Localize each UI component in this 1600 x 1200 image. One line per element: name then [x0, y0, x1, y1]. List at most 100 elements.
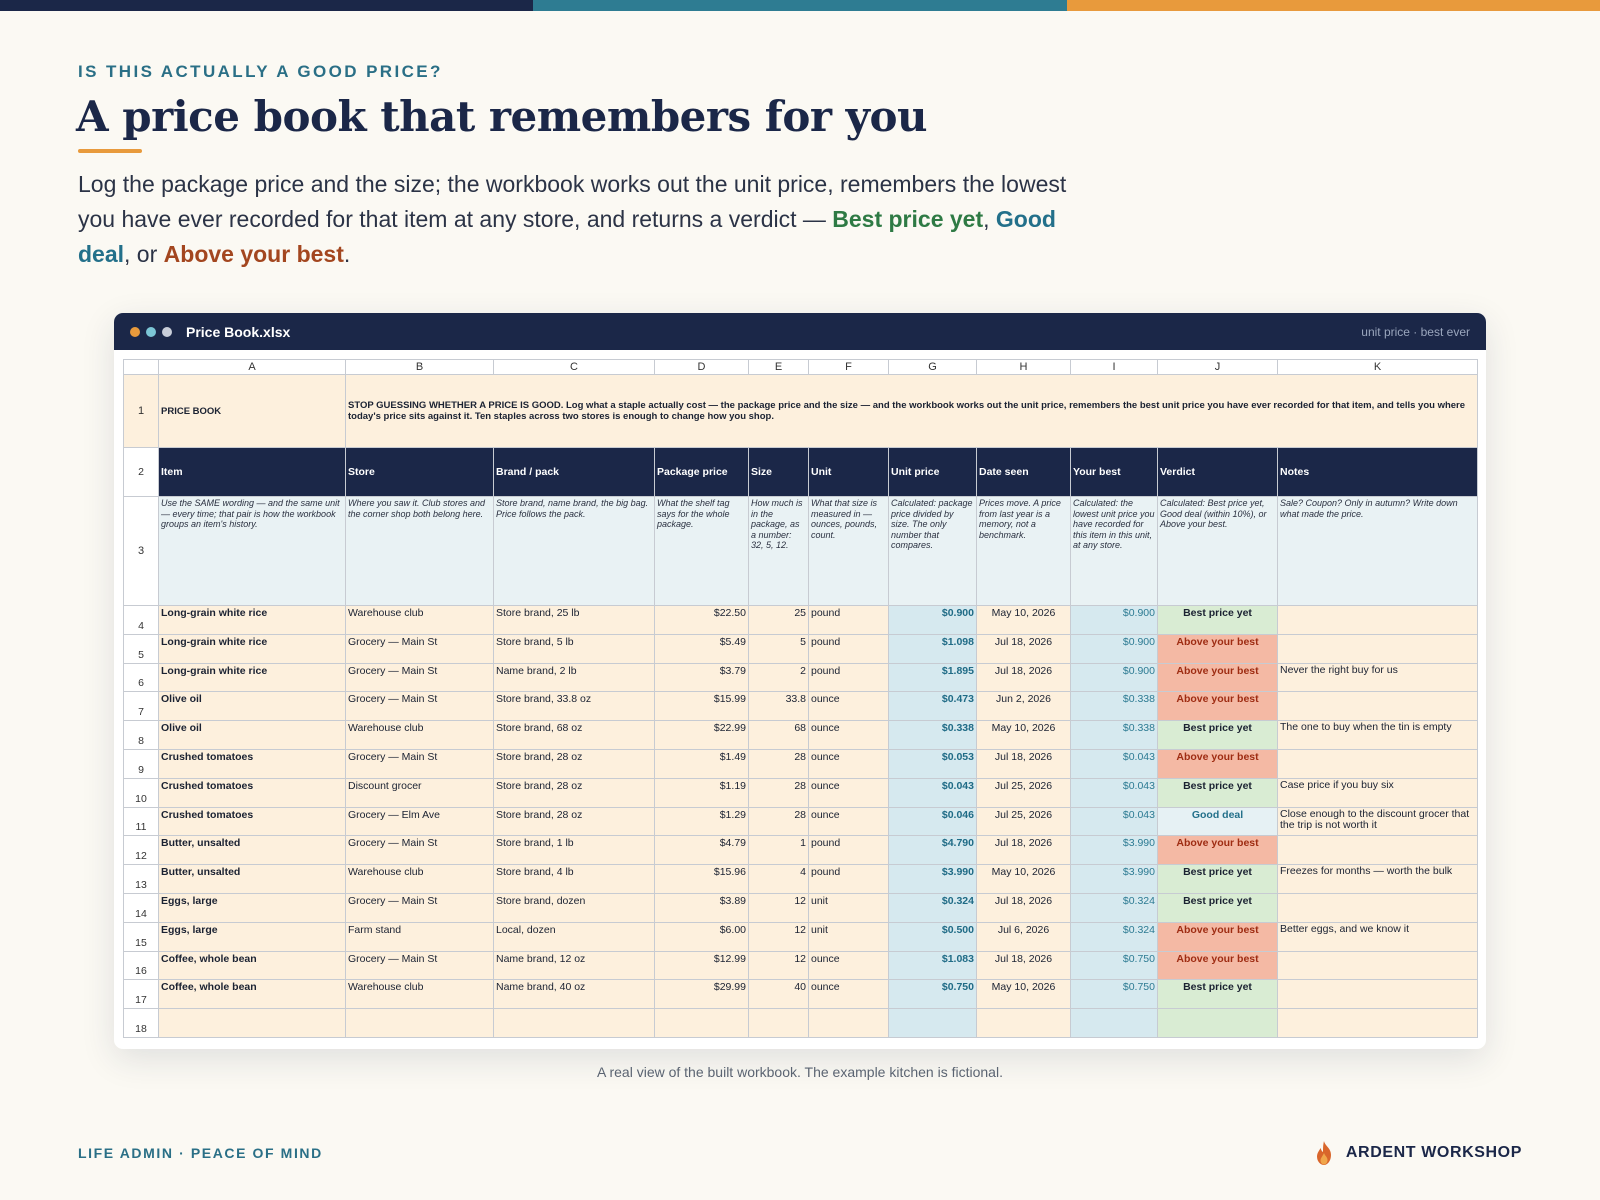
unit-price-cell[interactable]: $0.338 [888, 720, 977, 750]
unit-cell[interactable]: ounce [808, 806, 889, 837]
your-best-cell[interactable]: $0.338 [1070, 720, 1158, 750]
date-seen-cell[interactable]: Jul 18, 2026 [976, 892, 1071, 923]
item-cell[interactable]: Olive oil [158, 691, 346, 722]
notes-cell[interactable] [1277, 605, 1478, 635]
row-number[interactable]: 2 [123, 447, 159, 497]
package-price-cell[interactable]: $6.00 [654, 921, 749, 952]
verdict-cell[interactable]: Above your best [1157, 662, 1278, 693]
package-price-cell[interactable]: $29.99 [654, 979, 749, 1010]
package-price-cell[interactable]: $3.79 [654, 662, 749, 693]
package-price-cell[interactable]: $3.89 [654, 892, 749, 923]
unit-price-cell[interactable]: $0.043 [888, 777, 977, 808]
unit-cell[interactable]: ounce [808, 979, 889, 1010]
row-number[interactable]: 6 [123, 662, 159, 693]
store-cell[interactable]: Grocery — Main St [345, 835, 494, 866]
select-all-corner[interactable] [123, 359, 159, 375]
header-cell-size[interactable]: Size [748, 447, 809, 497]
brand-pack-cell[interactable]: Store brand, 1 lb [493, 835, 655, 866]
notes-cell[interactable] [1277, 950, 1478, 981]
brand-pack-cell[interactable]: Name brand, 2 lb [493, 662, 655, 693]
unit-price-cell[interactable]: $4.790 [888, 835, 977, 866]
brand-pack-cell[interactable]: Store brand, 4 lb [493, 864, 655, 894]
verdict-cell[interactable]: Above your best [1157, 633, 1278, 664]
item-cell[interactable]: Long-grain white rice [158, 633, 346, 664]
header-cell-store[interactable]: Store [345, 447, 494, 497]
store-cell[interactable]: Discount grocer [345, 777, 494, 808]
verdict-cell[interactable]: Best price yet [1157, 979, 1278, 1010]
window-dot-orange[interactable] [130, 326, 140, 337]
window-dot-teal[interactable] [146, 326, 156, 337]
brand-pack-cell[interactable]: Store brand, 28 oz [493, 777, 655, 808]
package-price-cell[interactable]: $1.49 [654, 748, 749, 779]
header-cell-notes[interactable]: Notes [1277, 447, 1478, 497]
store-cell[interactable]: Grocery — Main St [345, 691, 494, 722]
package-price-cell[interactable]: $1.29 [654, 806, 749, 837]
your-best-cell[interactable]: $0.900 [1070, 662, 1158, 693]
row-number[interactable]: 18 [123, 1008, 159, 1038]
your-best-cell[interactable]: $0.750 [1070, 979, 1158, 1010]
store-cell[interactable]: Warehouse club [345, 720, 494, 750]
size-cell[interactable]: 2 [748, 662, 809, 693]
notes-cell[interactable] [1277, 1008, 1478, 1038]
item-cell[interactable]: Coffee, whole bean [158, 950, 346, 981]
brand-pack-cell[interactable]: Name brand, 40 oz [493, 979, 655, 1010]
notes-cell[interactable]: Close enough to the discount grocer that… [1277, 806, 1478, 837]
verdict-cell[interactable]: Best price yet [1157, 864, 1278, 894]
verdict-cell[interactable] [1157, 1008, 1278, 1038]
brand-pack-cell[interactable]: Store brand, 28 oz [493, 748, 655, 779]
unit-cell[interactable]: ounce [808, 691, 889, 722]
package-price-cell[interactable]: $1.19 [654, 777, 749, 808]
package-price-cell[interactable]: $22.99 [654, 720, 749, 750]
date-seen-cell[interactable]: Jul 18, 2026 [976, 662, 1071, 693]
verdict-cell[interactable]: Above your best [1157, 921, 1278, 952]
verdict-cell[interactable]: Above your best [1157, 835, 1278, 866]
package-price-cell[interactable] [654, 1008, 749, 1038]
your-best-cell[interactable] [1070, 1008, 1158, 1038]
header-cell-package-price[interactable]: Package price [654, 447, 749, 497]
item-cell[interactable]: Long-grain white rice [158, 662, 346, 693]
item-cell[interactable]: Long-grain white rice [158, 605, 346, 635]
unit-cell[interactable]: unit [808, 921, 889, 952]
row-number[interactable]: 11 [123, 806, 159, 837]
date-seen-cell[interactable]: Jul 18, 2026 [976, 748, 1071, 779]
header-cell-unit[interactable]: Unit [808, 447, 889, 497]
hint-cell[interactable]: What that size is measured in — ounces, … [808, 496, 889, 606]
your-best-cell[interactable]: $0.324 [1070, 892, 1158, 923]
your-best-cell[interactable]: $3.990 [1070, 835, 1158, 866]
notes-cell[interactable]: Better eggs, and we know it [1277, 921, 1478, 952]
notes-cell[interactable] [1277, 748, 1478, 779]
price-book-description-cell[interactable]: STOP GUESSING WHETHER A PRICE IS GOOD. L… [345, 374, 1478, 448]
brand-pack-cell[interactable]: Local, dozen [493, 921, 655, 952]
item-cell[interactable]: Coffee, whole bean [158, 979, 346, 1010]
your-best-cell[interactable]: $0.900 [1070, 605, 1158, 635]
unit-price-cell[interactable]: $0.473 [888, 691, 977, 722]
your-best-cell[interactable]: $0.338 [1070, 691, 1158, 722]
item-cell[interactable]: Eggs, large [158, 921, 346, 952]
your-best-cell[interactable]: $0.043 [1070, 806, 1158, 837]
your-best-cell[interactable]: $0.750 [1070, 950, 1158, 981]
hint-cell[interactable]: Calculated: the lowest unit price you ha… [1070, 496, 1158, 606]
row-number[interactable]: 1 [123, 374, 159, 448]
store-cell[interactable]: Grocery — Main St [345, 950, 494, 981]
notes-cell[interactable] [1277, 979, 1478, 1010]
hint-cell[interactable]: Store brand, name brand, the big bag. Pr… [493, 496, 655, 606]
column-header-e[interactable]: E [748, 359, 809, 375]
verdict-cell[interactable]: Good deal [1157, 806, 1278, 837]
brand-pack-cell[interactable]: Name brand, 12 oz [493, 950, 655, 981]
item-cell[interactable]: Butter, unsalted [158, 835, 346, 866]
brand-pack-cell[interactable]: Store brand, 25 lb [493, 605, 655, 635]
hint-cell[interactable]: How much is in the package, as a number:… [748, 496, 809, 606]
row-number[interactable]: 5 [123, 633, 159, 664]
column-header-c[interactable]: C [493, 359, 655, 375]
date-seen-cell[interactable]: Jun 2, 2026 [976, 691, 1071, 722]
header-cell-verdict[interactable]: Verdict [1157, 447, 1278, 497]
unit-price-cell[interactable]: $0.900 [888, 605, 977, 635]
unit-cell[interactable]: ounce [808, 720, 889, 750]
unit-cell[interactable]: ounce [808, 950, 889, 981]
hint-cell[interactable]: Calculated: package price divided by siz… [888, 496, 977, 606]
package-price-cell[interactable]: $15.96 [654, 864, 749, 894]
hint-cell[interactable]: Sale? Coupon? Only in autumn? Write down… [1277, 496, 1478, 606]
verdict-cell[interactable]: Above your best [1157, 748, 1278, 779]
row-number[interactable]: 14 [123, 892, 159, 923]
store-cell[interactable]: Grocery — Main St [345, 633, 494, 664]
